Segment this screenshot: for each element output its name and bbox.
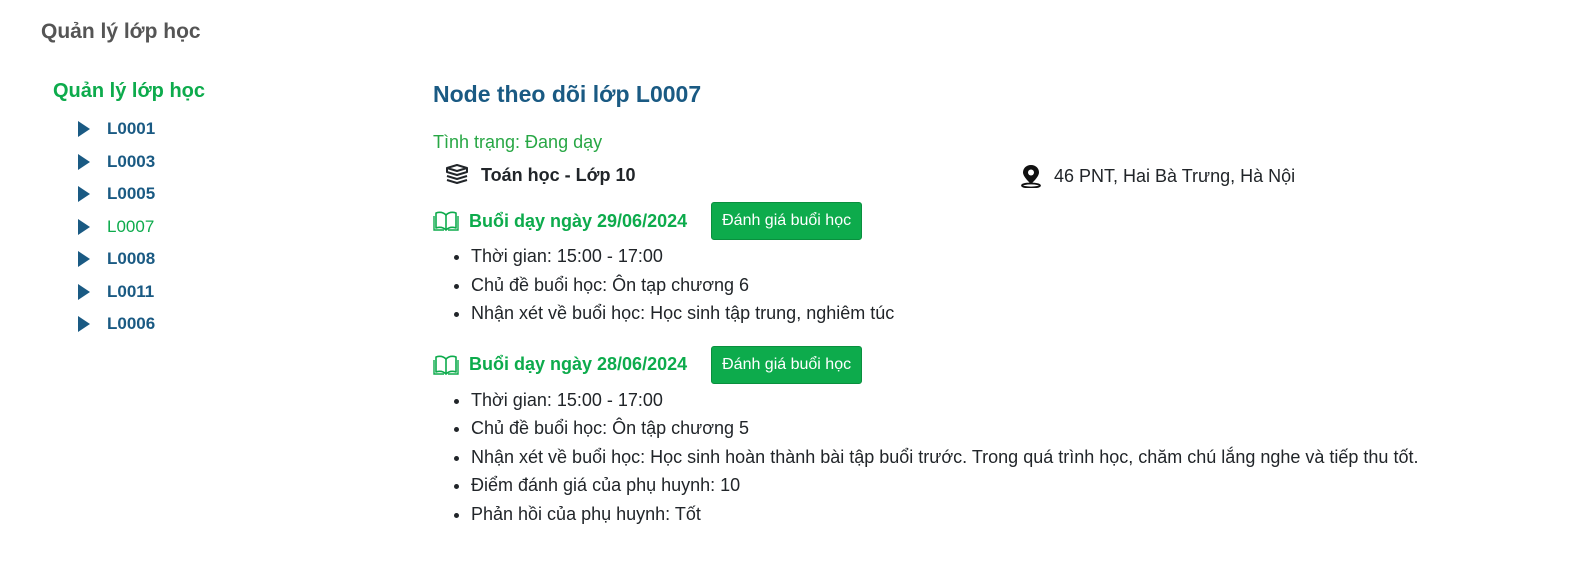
class-tree: L0001 L0003 L0005 L0007 L0008 L0011 L000… <box>53 113 353 341</box>
open-book-icon <box>433 354 459 376</box>
sidebar-item-label[interactable]: L0001 <box>107 119 155 139</box>
class-address: 46 PNT, Hai Bà Trưng, Hà Nội <box>1020 164 1296 189</box>
parent-rating: Điểm đánh giá của phụ huynh: 10 <box>471 471 1553 500</box>
session-title: Buổi dạy ngày 29/06/2024 <box>469 210 688 231</box>
session-card: Buổi dạy ngày 29/06/2024 Đánh giá buổi h… <box>433 202 1553 328</box>
sidebar: Quản lý lớp học L0001 L0003 L0005 L0007 … <box>53 77 353 341</box>
sidebar-item-l0006[interactable]: L0006 <box>77 308 353 341</box>
sidebar-item-label[interactable]: L0003 <box>107 152 155 172</box>
session-header: Buổi dạy ngày 29/06/2024 Đánh giá buổi h… <box>433 202 1553 240</box>
class-detail: Node theo dõi lớp L0007 Tình trạng: Đang… <box>433 78 1553 528</box>
session-topic: Chủ đề buổi học: Ôn tập chương 5 <box>471 414 1553 443</box>
subject-label: Toán học - Lớp 10 <box>481 164 636 185</box>
triangle-right-icon[interactable] <box>77 315 91 333</box>
sidebar-item-l0003[interactable]: L0003 <box>77 146 353 179</box>
triangle-right-icon[interactable] <box>77 283 91 301</box>
sidebar-title: Quản lý lớp học <box>53 80 206 102</box>
session-title: Buổi dạy ngày 28/06/2024 <box>469 354 688 374</box>
session-time: Thời gian: 15:00 - 17:00 <box>471 242 1553 271</box>
address-label: 46 PNT, Hai Bà Trưng, Hà Nội <box>1054 165 1296 186</box>
page-title: Quản lý lớp học <box>41 20 201 43</box>
sidebar-item-l0007[interactable]: L0007 <box>77 211 353 244</box>
triangle-right-icon[interactable] <box>77 250 91 268</box>
class-status: Tình trạng: Đang dạy <box>433 132 603 152</box>
evaluate-session-button[interactable]: Đánh giá buổi học <box>711 345 863 384</box>
sidebar-item-label[interactable]: L0007 <box>107 217 154 237</box>
sidebar-item-label[interactable]: L0011 <box>107 282 154 302</box>
session-details: Thời gian: 15:00 - 17:00 Chủ đề buổi học… <box>433 242 1553 328</box>
triangle-right-icon[interactable] <box>77 185 91 203</box>
session-header: Buổi dạy ngày 28/06/2024 Đánh giá buổi h… <box>433 345 1553 384</box>
class-subject: Toán học - Lớp 10 <box>445 164 635 186</box>
sidebar-item-label[interactable]: L0005 <box>107 184 155 204</box>
class-title: Node theo dõi lớp L0007 <box>433 81 702 107</box>
parent-feedback: Phản hồi của phụ huynh: Tốt <box>471 500 1553 529</box>
sidebar-item-l0008[interactable]: L0008 <box>77 243 353 276</box>
map-pin-icon <box>1020 164 1042 189</box>
session-topic: Chủ đề buổi học: Ôn tạp chương 6 <box>471 271 1553 300</box>
triangle-right-icon[interactable] <box>77 153 91 171</box>
triangle-right-icon[interactable] <box>77 120 91 138</box>
session-details: Thời gian: 15:00 - 17:00 Chủ đề buổi học… <box>433 386 1553 529</box>
evaluate-session-button[interactable]: Đánh giá buổi học <box>711 202 863 240</box>
sidebar-item-l0001[interactable]: L0001 <box>77 113 353 146</box>
sidebar-item-l0005[interactable]: L0005 <box>77 178 353 211</box>
sidebar-item-label[interactable]: L0006 <box>107 314 155 334</box>
session-card: Buổi dạy ngày 28/06/2024 Đánh giá buổi h… <box>433 345 1553 529</box>
books-icon <box>445 164 469 186</box>
session-time: Thời gian: 15:00 - 17:00 <box>471 386 1553 415</box>
open-book-icon <box>433 210 459 232</box>
class-info-row: Toán học - Lớp 10 46 PNT, Hai Bà Trưng, … <box>433 160 1553 194</box>
session-comment: Nhận xét về buổi học: Học sinh tập trung… <box>471 299 1553 328</box>
sidebar-item-label[interactable]: L0008 <box>107 249 155 269</box>
triangle-right-icon[interactable] <box>77 218 91 236</box>
session-comment: Nhận xét về buổi học: Học sinh hoàn thàn… <box>471 443 1553 472</box>
sidebar-item-l0011[interactable]: L0011 <box>77 276 353 309</box>
